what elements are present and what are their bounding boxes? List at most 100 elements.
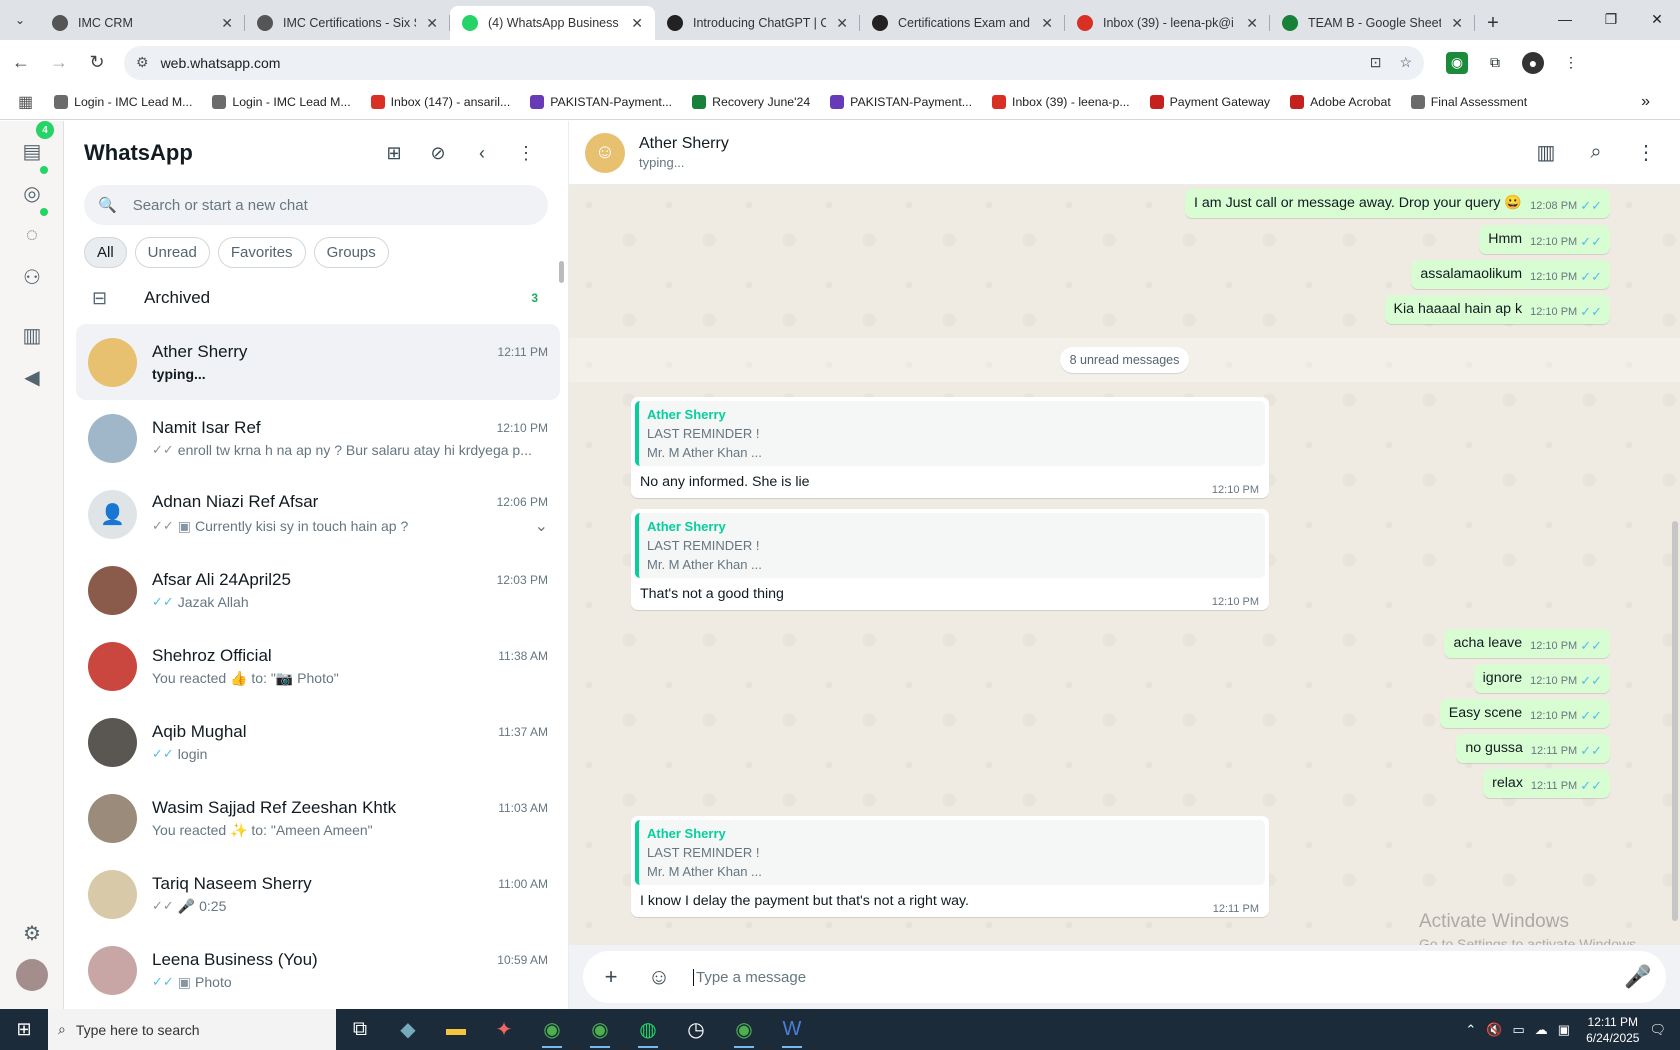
browser-tab[interactable]: Introducing ChatGPT | O ✕ [655, 6, 860, 40]
chat-list-item[interactable]: Tariq Naseem Sherry 11:00 AM ✓✓ 🎤 0:25 [76, 856, 560, 932]
search-input[interactable]: 🔍 Search or start a new chat [84, 185, 548, 225]
chevron-down-icon[interactable]: ⌄ [535, 516, 548, 536]
file-explorer-icon[interactable]: ▬ [432, 1009, 480, 1050]
network-icon[interactable]: ▭ [1513, 1022, 1525, 1038]
app-icon[interactable]: ✦ [480, 1009, 528, 1050]
incoming-message[interactable]: Ather Sherry LAST REMINDER ! Mr. M Ather K… [631, 816, 1269, 917]
chat-list-item[interactable]: Aqib Mughal 11:37 AM ✓✓ login [76, 704, 560, 780]
sticker-icon[interactable]: ☺ [645, 964, 673, 990]
microphone-icon[interactable]: 🎤 [1624, 964, 1652, 990]
catalog-icon[interactable]: ▥ [16, 319, 48, 351]
chat-list-item[interactable]: Wasim Sajjad Ref Zeeshan Khtk 11:03 AM You… [76, 780, 560, 856]
filter-chip-all[interactable]: All [84, 237, 127, 268]
chrome-icon-2[interactable]: ◉ [576, 1009, 624, 1050]
bookmark-star-icon[interactable]: ☆ [1399, 54, 1412, 71]
new-chat-icon[interactable]: ⊞ [372, 133, 416, 173]
tab-close-icon[interactable]: ✕ [1041, 15, 1053, 32]
display-icon[interactable]: ▣ [1558, 1022, 1570, 1038]
hide-icon[interactable]: ⊘ [416, 133, 460, 173]
outgoing-message[interactable]: Hmm 12:10 PM ✓✓ [1479, 225, 1610, 254]
volume-icon[interactable]: 🔇 [1486, 1022, 1502, 1038]
site-info-icon[interactable]: ⚙ [136, 54, 149, 71]
maximize-button[interactable]: ❐ [1588, 0, 1634, 38]
outgoing-message[interactable]: I am Just call or message away. Drop you… [1185, 189, 1610, 218]
advertise-icon[interactable]: ◀ [16, 361, 48, 393]
chats-icon[interactable]: ▤ [16, 135, 48, 167]
catalog-icon[interactable]: ▥ [1528, 135, 1564, 171]
new-tab-button[interactable]: + [1475, 6, 1511, 40]
incoming-message[interactable]: Ather Sherry LAST REMINDER ! Mr. M Ather K… [631, 397, 1269, 498]
settings-icon[interactable]: ⚙ [16, 917, 48, 949]
reload-button[interactable]: ↻ [80, 46, 114, 80]
attach-plus-icon[interactable]: + [597, 964, 625, 990]
outgoing-message[interactable]: acha leave 12:10 PM ✓✓ [1444, 629, 1610, 658]
browser-tab[interactable]: IMC Certifications - Six S ✕ [245, 6, 450, 40]
menu-icon[interactable]: ⋮ [504, 133, 548, 173]
whatsapp-icon[interactable]: ◍ [624, 1009, 672, 1050]
quoted-message[interactable]: Ather Sherry LAST REMINDER ! Mr. M Ather K… [635, 820, 1265, 885]
forward-button[interactable]: → [42, 46, 76, 80]
bookmark-item[interactable]: Inbox (39) - leena-p... [983, 91, 1139, 113]
windows-start-icon[interactable]: ⊞ [0, 1009, 48, 1050]
outgoing-message[interactable]: assalamaolikum 12:10 PM ✓✓ [1411, 260, 1610, 289]
outgoing-message[interactable]: relax 12:11 PM ✓✓ [1483, 769, 1610, 798]
bookmark-item[interactable]: Payment Gateway [1141, 91, 1279, 113]
tray-chevron-icon[interactable]: ⌃ [1465, 1022, 1476, 1038]
taskbar-search[interactable]: ⌕ Type here to search [48, 1009, 336, 1050]
bookmark-item[interactable]: Adobe Acrobat [1281, 91, 1400, 113]
bookmark-item[interactable]: PAKISTAN-Payment... [521, 91, 681, 113]
chat-list-item[interactable]: Shehroz Official 11:38 AM You reacted 👍 to… [76, 628, 560, 704]
back-button[interactable]: ← [4, 46, 38, 80]
bookmark-item[interactable]: Login - IMC Lead M... [203, 91, 359, 113]
notifications-icon[interactable]: 🗨 [1649, 1022, 1666, 1038]
tab-close-icon[interactable]: ✕ [631, 15, 643, 32]
minimize-button[interactable]: — [1542, 0, 1588, 38]
outgoing-message[interactable]: Kia haaaal hain ap k 12:10 PM ✓✓ [1384, 295, 1610, 324]
browser-tab[interactable]: Inbox (39) - leena-pk@i ✕ [1065, 6, 1270, 40]
browser-tab[interactable]: (4) WhatsApp Business ✕ [450, 6, 655, 40]
chrome-icon[interactable]: ◉ [528, 1009, 576, 1050]
bookmark-item[interactable]: Inbox (147) - ansaril... [362, 91, 520, 113]
bookmark-item[interactable]: Login - IMC Lead M... [45, 91, 201, 113]
incoming-message[interactable]: Ather Sherry LAST REMINDER ! Mr. M Ather K… [631, 509, 1269, 610]
tab-search-dropdown[interactable]: ⌄ [0, 0, 40, 40]
extensions-icon[interactable]: ⧉ [1484, 52, 1506, 74]
tab-close-icon[interactable]: ✕ [221, 15, 233, 32]
clock-app-icon[interactable]: ◷ [672, 1009, 720, 1050]
tab-close-icon[interactable]: ✕ [1451, 15, 1463, 32]
bookmark-item[interactable]: PAKISTAN-Payment... [821, 91, 981, 113]
chat-list-item[interactable]: Afsar Ali 24April25 12:03 PM ✓✓ Jazak Allah [76, 552, 560, 628]
quoted-message[interactable]: Ather Sherry LAST REMINDER ! Mr. M Ather K… [635, 401, 1265, 466]
install-app-icon[interactable]: ⊡ [1370, 54, 1382, 71]
cloud-icon[interactable]: ☁ [1535, 1022, 1548, 1038]
filter-chip-groups[interactable]: Groups [313, 237, 389, 268]
apps-grid-icon[interactable]: ▦ [10, 92, 41, 112]
copilot-icon[interactable]: ◆ [384, 1009, 432, 1050]
tab-close-icon[interactable]: ✕ [836, 15, 848, 32]
filter-chip-unread[interactable]: Unread [134, 237, 210, 268]
chat-list-item[interactable]: Namit Isar Ref 12:10 PM ✓✓ enroll tw krna h… [76, 400, 560, 476]
chat-list-item[interactable]: Leena Business (You) 10:59 AM ✓✓ ▣ Photo [76, 932, 560, 1008]
conversation-header[interactable]: ☺ Ather Sherry typing... ▥ ⌕ ⋮ [569, 121, 1680, 185]
outgoing-message[interactable]: no gussa 12:11 PM ✓✓ [1456, 734, 1610, 763]
status-icon[interactable]: ◎ [16, 177, 48, 209]
close-window-button[interactable]: ✕ [1634, 0, 1680, 38]
archived-row[interactable]: ⊟ Archived 3 [64, 272, 568, 324]
browser-tab[interactable]: TEAM B - Google Sheets ✕ [1270, 6, 1475, 40]
message-input[interactable]: Type a message [693, 968, 1604, 986]
channels-icon[interactable]: ◌ [16, 219, 48, 251]
tab-close-icon[interactable]: ✕ [426, 15, 438, 32]
browser-menu-icon[interactable]: ⋮ [1560, 52, 1582, 74]
clock[interactable]: 12:11 PM 6/24/2025 [1586, 1014, 1639, 1046]
conversation-scrollbar[interactable] [1672, 521, 1678, 921]
chrome-icon-3[interactable]: ◉ [720, 1009, 768, 1050]
browser-tab[interactable]: IMC CRM ✕ [40, 6, 245, 40]
browser-tab[interactable]: Certifications Exam and ✕ [860, 6, 1065, 40]
filter-chip-favorites[interactable]: Favorites [217, 237, 306, 268]
communities-icon[interactable]: ⚇ [16, 261, 48, 293]
outgoing-message[interactable]: ignore 12:10 PM ✓✓ [1473, 664, 1610, 693]
bookmark-overflow-icon[interactable]: » [1641, 93, 1680, 111]
tab-close-icon[interactable]: ✕ [1246, 15, 1258, 32]
omnibox[interactable]: ⚙ web.whatsapp.com ⊡ ☆ [124, 45, 1424, 80]
quoted-message[interactable]: Ather Sherry LAST REMINDER ! Mr. M Ather K… [635, 513, 1265, 578]
